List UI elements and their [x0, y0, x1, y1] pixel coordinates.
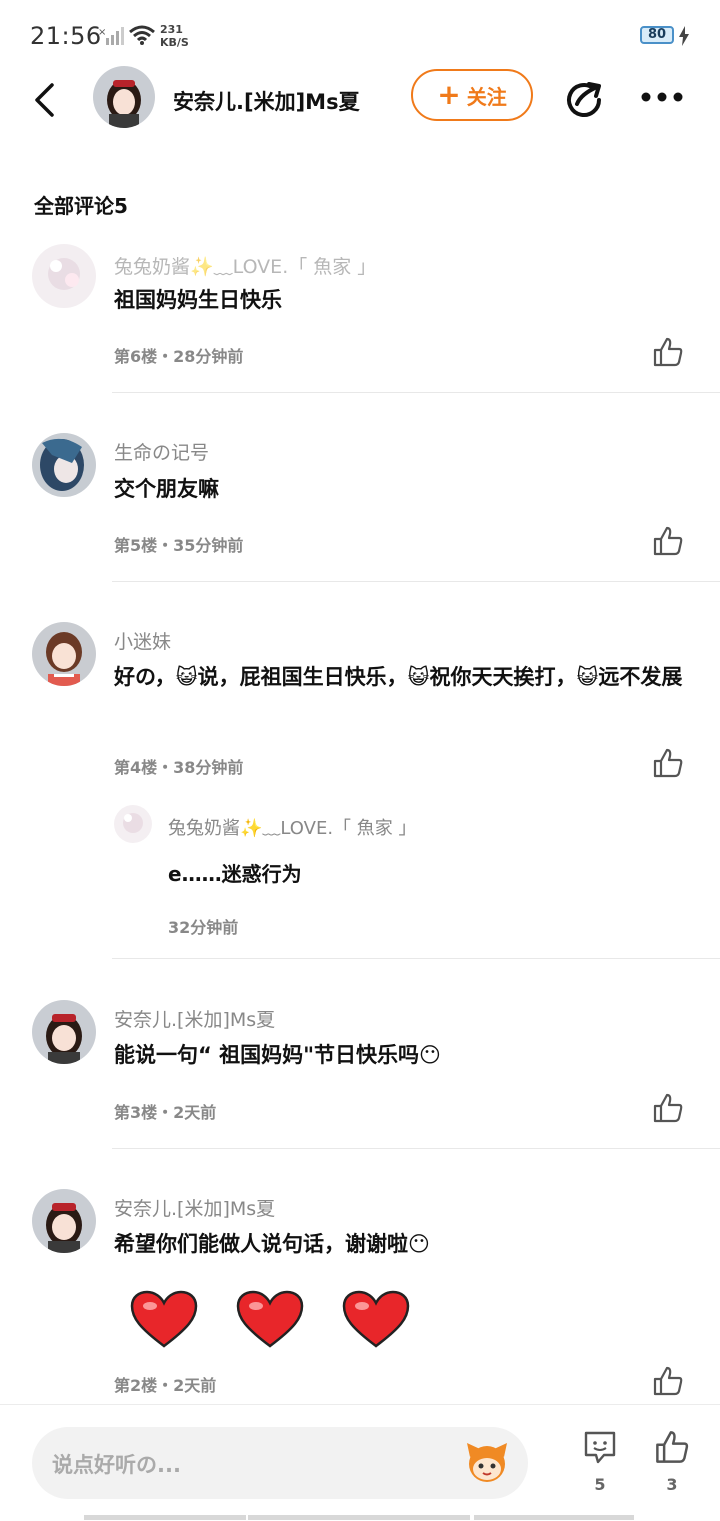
comment-meta: 第5楼・35分钟前: [114, 536, 244, 555]
divider: [112, 392, 720, 393]
thumbs-up-icon: [656, 1431, 689, 1463]
mascot-emoji-icon[interactable]: [464, 1439, 510, 1485]
author-name[interactable]: 安奈儿.[米加]Ms夏: [173, 86, 360, 116]
back-arrow-icon[interactable]: [30, 82, 60, 118]
follow-label: 关注: [466, 84, 507, 109]
comment-text: 交个朋友嘛: [114, 477, 219, 501]
comment-meta: 第6楼・28分钟前: [114, 347, 244, 366]
commenter-name[interactable]: 生命の记号: [114, 438, 209, 465]
comment-text: 能说一句“ 祖国妈妈"节日快乐吗😶: [114, 1043, 441, 1067]
commenter-avatar[interactable]: [32, 622, 96, 686]
comment-meta: 第4楼・38分钟前: [114, 758, 244, 777]
comment-meta: 第3楼・2天前: [114, 1103, 217, 1122]
comments-section-title: 全部评论5: [34, 194, 128, 218]
comments-button[interactable]: 5: [582, 1429, 618, 1494]
heart-icon: [130, 1290, 198, 1348]
commenter-avatar[interactable]: [32, 1189, 96, 1253]
like-icon[interactable]: [652, 336, 684, 368]
post-header: 安奈儿.[米加]Ms夏 + 关注: [0, 64, 720, 134]
nav-indicator: [474, 1515, 634, 1520]
divider: [112, 958, 720, 959]
like-post-button[interactable]: 3: [654, 1429, 690, 1494]
heart-icon: [342, 1290, 410, 1348]
commenter-name[interactable]: 兔兔奶酱✨﹏LOVE.「 魚家 」: [114, 252, 376, 279]
comment-text: 希望你们能做人说句话，谢谢啦😶: [114, 1232, 430, 1256]
comment-input[interactable]: 说点好听の...: [32, 1427, 528, 1499]
commenter-name[interactable]: 小迷妹: [114, 627, 171, 654]
more-options-icon[interactable]: [640, 86, 684, 108]
commenter-avatar[interactable]: [32, 433, 96, 497]
heart-stickers: [130, 1290, 410, 1348]
like-count: 3: [666, 1475, 678, 1494]
divider: [112, 581, 720, 582]
reply-text: e……迷惑行为: [168, 862, 302, 886]
comment-bubble-icon: [584, 1431, 616, 1464]
commenter-name[interactable]: 安奈儿.[米加]Ms夏: [114, 1194, 275, 1221]
commenter-name[interactable]: 安奈儿.[米加]Ms夏: [114, 1005, 275, 1032]
commenter-avatar[interactable]: [32, 244, 96, 308]
comment-input-placeholder: 说点好听の...: [52, 1453, 181, 1477]
reply-time: 32分钟前: [168, 918, 239, 937]
share-icon[interactable]: [563, 78, 605, 120]
comment-count: 5: [594, 1475, 606, 1494]
bottom-comment-bar: 说点好听の... 5 3: [0, 1404, 720, 1521]
plus-icon: +: [437, 78, 461, 111]
reply-user-name[interactable]: 兔兔奶酱✨﹏LOVE.「 魚家 」: [168, 814, 417, 840]
nav-indicator: [84, 1515, 246, 1520]
divider: [112, 1148, 720, 1149]
signal-icon: ×: [98, 27, 124, 45]
comment-text: 祖国妈妈生日快乐: [114, 288, 282, 312]
status-time: 21:56: [30, 22, 102, 50]
comment-meta: 第2楼・2天前: [114, 1376, 217, 1395]
like-icon[interactable]: [652, 747, 684, 779]
charging-icon: [679, 26, 689, 46]
heart-icon: [236, 1290, 304, 1348]
wifi-icon: [129, 25, 155, 45]
follow-button[interactable]: + 关注: [411, 69, 533, 121]
like-icon[interactable]: [652, 525, 684, 557]
speed-unit: KB/S: [160, 36, 189, 49]
like-icon[interactable]: [652, 1365, 684, 1397]
svg-text:×: ×: [98, 27, 106, 38]
speed-value: 231: [160, 23, 183, 36]
battery-indicator: 80: [640, 26, 674, 44]
status-bar: 21:56 × 231 KB/S 80: [0, 0, 720, 70]
reply-avatar[interactable]: [114, 805, 152, 843]
network-speed: 231 KB/S: [160, 23, 189, 49]
comment-text: 好の，😺说，屁祖国生日快乐，😺祝你天天挨打，😺远不发展: [114, 665, 683, 689]
nav-indicator: [248, 1515, 470, 1520]
commenter-avatar[interactable]: [32, 1000, 96, 1064]
author-avatar[interactable]: [93, 66, 155, 128]
like-icon[interactable]: [652, 1092, 684, 1124]
